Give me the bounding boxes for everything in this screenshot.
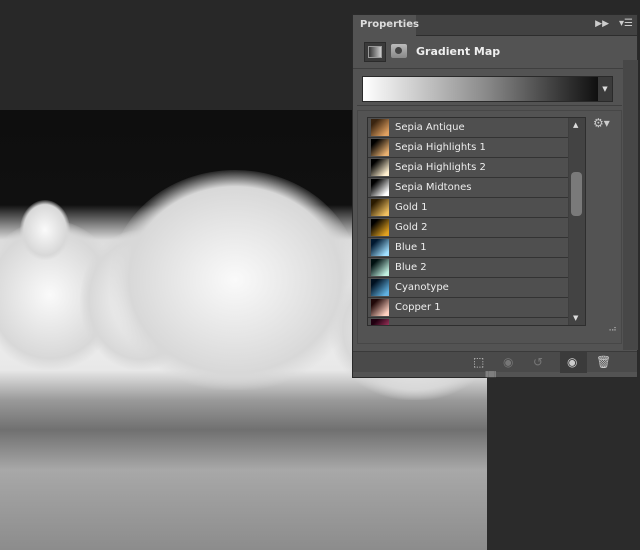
preset-label: Blue 2 [395,262,427,273]
preset-label: Sepia Highlights 2 [395,162,486,173]
collapse-icon[interactable]: ▶▶ [595,19,609,29]
preset-label: Copper 1 [395,302,441,313]
panel-title: Gradient Map [416,45,501,58]
scroll-down-icon[interactable]: ▼ [573,314,578,322]
panel-tab-bar: Properties ▶▶ ▾☰ [353,15,637,36]
clip-to-layer-icon[interactable]: ⬚ [473,355,484,369]
gradient-swatch [371,219,389,236]
divider [357,105,622,106]
gradient-swatch [371,199,389,216]
panel-header: Gradient Map [353,36,637,69]
preset-label: Sepia Highlights 1 [395,142,486,153]
resize-grip-icon[interactable]: ⠠⠴ [606,324,617,333]
preset-item[interactable]: Copper 1 [368,298,568,318]
tree [110,170,360,390]
trash-icon[interactable]: 🗑 [596,355,611,369]
preset-label: Sepia Antique [395,122,465,133]
preset-item[interactable]: Blue 2 [368,258,568,278]
preset-item[interactable]: Sepia Antique [368,118,568,138]
preset-item[interactable]: Blue 1 [368,238,568,258]
panel-menu-icon[interactable]: ▾☰ [619,18,633,29]
preset-item[interactable]: Cyanotype [368,278,568,298]
gradient-swatch [371,279,389,296]
preset-item[interactable]: Sepia Highlights 2 [368,158,568,178]
preset-item[interactable]: Gold 1 [368,198,568,218]
gradient-picker[interactable]: ▼ [362,76,613,102]
view-previous-state-icon[interactable]: ◉ [503,355,513,369]
gradient-preset-list[interactable]: Sepia Antique Sepia Highlights 1 Sepia Hig… [367,117,586,326]
preset-item[interactable]: Gold 2 [368,218,568,238]
preset-item[interactable]: Sepia Highlights 1 [368,138,568,158]
gradient-swatch [371,159,389,176]
properties-panel: Properties ▶▶ ▾☰ Gradient Map ▼ Sepia An… [352,14,638,378]
gradient-swatch [371,119,389,136]
toggle-visibility-button[interactable]: ◉ [560,352,587,373]
panel-edge [623,60,638,350]
preset-item[interactable] [368,318,568,325]
gradient-swatch [371,179,389,196]
tree [20,200,70,260]
gradient-swatch [371,319,389,325]
adjustment-icon[interactable] [364,42,386,62]
tab-properties[interactable]: Properties [353,15,419,36]
preset-label: Gold 2 [395,222,428,233]
gradient-swatch [371,239,389,256]
reset-icon[interactable]: ↺ [533,355,543,369]
preset-label: Gold 1 [395,202,428,213]
mask-icon[interactable] [391,44,407,58]
scroll-up-icon[interactable]: ▲ [573,121,578,129]
preset-label: Sepia Midtones [395,182,472,193]
eye-icon: ◉ [567,355,578,369]
panel-resize-handle[interactable]: |||||||||| [485,371,496,378]
gradient-swatch [371,259,389,276]
gear-icon[interactable]: ⚙▾ [593,116,610,130]
scrollbar-thumb[interactable] [571,172,582,216]
panel-toolbar: ⬚ ◉ ↺ ◉ 🗑 [353,351,637,373]
chevron-down-icon[interactable]: ▼ [598,77,612,101]
preset-item[interactable]: Sepia Midtones [368,178,568,198]
scrollbar[interactable]: ▲ ▼ [569,118,585,325]
gradient-swatch [371,299,389,316]
preset-label: Cyanotype [395,282,449,293]
gradient-swatch [371,139,389,156]
preset-label: Blue 1 [395,242,427,253]
